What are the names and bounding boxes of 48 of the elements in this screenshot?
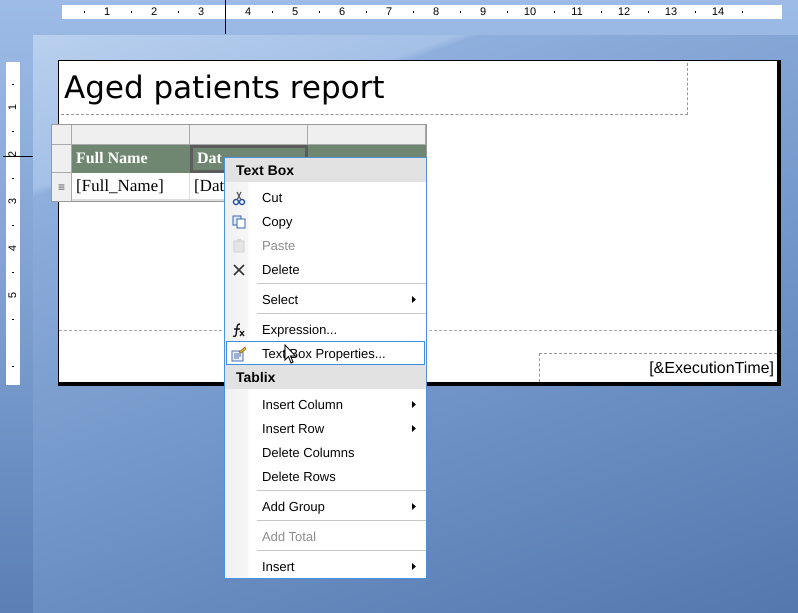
corner-handle[interactable] [52,125,72,145]
ruler-number: 1 [104,5,110,19]
properties-icon [231,346,247,362]
ruler-number: 14 [712,5,724,19]
close-icon [231,262,247,278]
ruler-number: 1 [6,102,20,112]
menu-item[interactable]: Delete [226,257,425,281]
row-handle[interactable] [52,145,72,173]
menu-item[interactable]: Insert Row [226,416,425,440]
ruler-number: 4 [6,244,20,254]
ruler-number: 7 [386,5,392,19]
menu-item[interactable]: Copy [226,209,425,233]
detail-cell[interactable]: [Full_Name] [72,173,190,201]
report-title[interactable]: Aged patients report [61,63,688,115]
menu-item[interactable]: Expression... [226,317,425,341]
ruler-number: 3 [6,196,20,206]
menu-item[interactable]: Insert Column [226,392,425,416]
menu-item[interactable]: Add Group [226,494,425,518]
ruler-number: 4 [244,5,252,19]
ruler-number: 13 [664,5,678,19]
menu-section-header: Tablix [225,365,426,389]
ruler-marker [225,0,227,34]
ruler-marker [3,156,33,158]
ruler-number: 9 [480,5,486,19]
menu-item[interactable]: Delete Columns [226,440,425,464]
ruler-number: 11 [571,5,583,19]
scissors-icon [231,190,247,206]
copy-icon [231,214,247,230]
ruler-number: 10 [524,5,536,19]
ruler-number: 12 [618,5,630,19]
menu-item[interactable]: Delete Rows [226,464,425,488]
row-handle[interactable]: ≡ [52,173,72,201]
column-handle[interactable] [308,125,426,145]
function-icon [231,322,247,338]
execution-time-field[interactable]: [&ExecutionTime] [539,353,777,382]
menu-section-header: Text Box [225,158,426,182]
menu-item[interactable]: Select [226,287,425,311]
column-handle[interactable] [190,125,308,145]
menu-item[interactable]: Insert [226,554,425,578]
ruler-number: 5 [6,290,20,300]
ruler-number: 2 [150,5,158,19]
ruler-number: 3 [198,5,204,19]
paste-icon [231,238,247,254]
header-cell[interactable]: Full Name [72,145,190,173]
column-handle[interactable] [72,125,190,145]
ruler-number: 6 [338,5,346,19]
ruler-number: 8 [432,5,440,19]
ruler-number: 5 [292,5,298,19]
